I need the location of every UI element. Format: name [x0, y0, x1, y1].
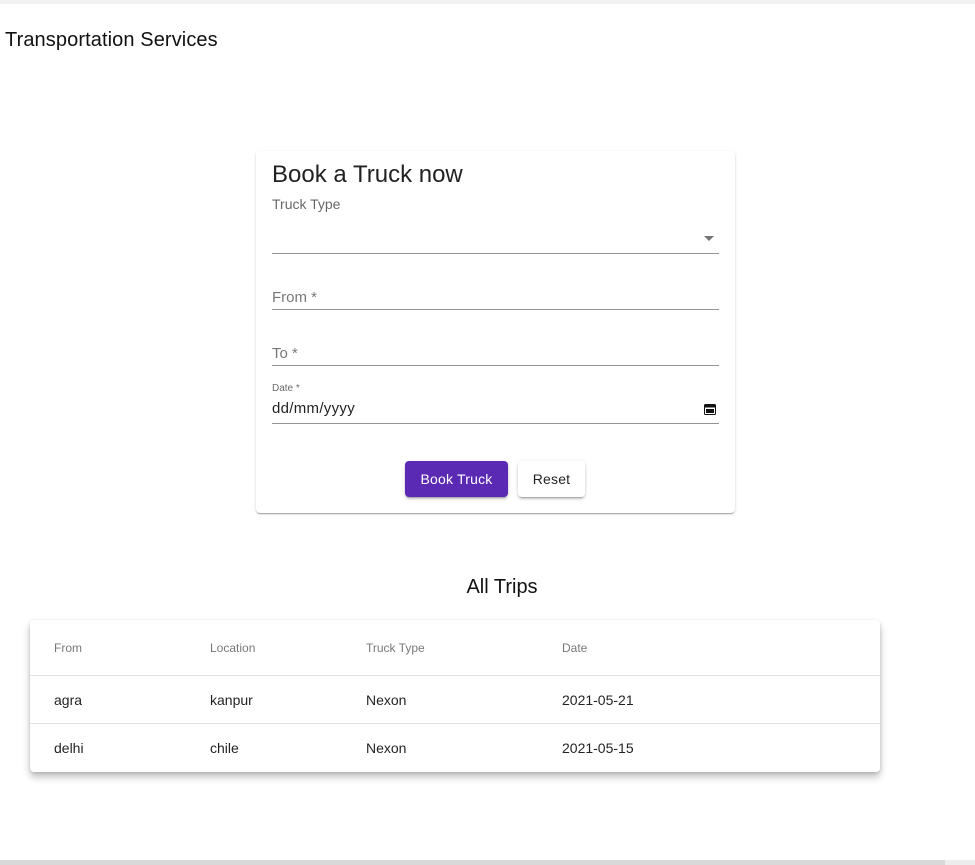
cell-from: delhi — [54, 740, 84, 756]
from-input[interactable] — [272, 279, 719, 309]
cell-truck-type: Nexon — [366, 692, 407, 708]
booking-card: Book a Truck now Truck Type Date * dd/mm… — [256, 151, 735, 513]
dropdown-arrow-icon — [704, 236, 714, 241]
calendar-icon[interactable] — [704, 403, 716, 415]
cell-location: kanpur — [210, 692, 253, 708]
book-truck-button[interactable]: Book Truck — [405, 461, 508, 497]
truck-type-label: Truck Type — [272, 196, 341, 212]
to-field[interactable] — [272, 335, 719, 366]
all-trips-title: All Trips — [466, 576, 538, 598]
column-header-date: Date — [562, 641, 588, 655]
table-row: delhi chile Nexon 2021-05-15 — [30, 724, 880, 772]
to-input[interactable] — [272, 335, 719, 365]
scrollbar-thumb[interactable] — [945, 860, 975, 865]
date-value: dd/mm/yyyy — [272, 400, 356, 417]
from-field[interactable] — [272, 279, 719, 310]
column-header-location: Location — [210, 641, 256, 655]
cell-truck-type: Nexon — [366, 740, 407, 756]
table-header-row: From Location Truck Type Date — [30, 620, 880, 676]
app-title: Transportation Services — [5, 29, 218, 51]
reset-button[interactable]: Reset — [518, 461, 585, 497]
date-field[interactable]: dd/mm/yyyy — [272, 397, 719, 424]
date-label: Date * — [272, 383, 300, 394]
trips-table: From Location Truck Type Date agra kanpu… — [30, 620, 880, 772]
column-header-truck-type: Truck Type — [366, 641, 425, 655]
top-strip — [0, 0, 975, 4]
table-row: agra kanpur Nexon 2021-05-21 — [30, 676, 880, 724]
cell-date: 2021-05-21 — [562, 692, 634, 708]
column-header-from: From — [54, 641, 82, 655]
booking-title: Book a Truck now — [272, 161, 463, 188]
cell-date: 2021-05-15 — [562, 740, 634, 756]
truck-type-select[interactable] — [272, 221, 719, 254]
horizontal-scrollbar[interactable] — [0, 860, 975, 865]
cell-location: chile — [210, 740, 239, 756]
cell-from: agra — [54, 692, 83, 708]
